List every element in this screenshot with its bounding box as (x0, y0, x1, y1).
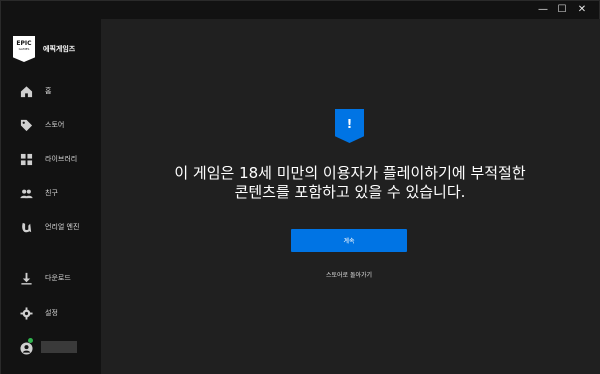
avatar (19, 341, 33, 355)
close-button[interactable]: ✕ (574, 3, 590, 17)
sidebar: EPIC GAMES 에픽게임즈 홈 스토어 라이브러리 친구 언리얼 엔진 다… (1, 19, 101, 374)
logo-subtext: GAMES (18, 47, 30, 51)
sidebar-item-label: 홈 (45, 87, 52, 95)
online-status-dot (28, 338, 33, 343)
sidebar-item-label: 친구 (45, 189, 58, 197)
sidebar-item-settings[interactable]: 설정 (1, 299, 101, 327)
sidebar-item-library[interactable]: 라이브러리 (1, 145, 101, 173)
launcher-window: — ☐ ✕ EPIC GAMES 에픽게임즈 홈 스토어 라이브러리 친구 언리… (0, 0, 600, 374)
minimize-button[interactable]: — (535, 3, 551, 17)
sidebar-item-home[interactable]: 홈 (1, 77, 101, 105)
grid-icon (19, 152, 33, 166)
download-icon (19, 271, 33, 285)
gear-icon (19, 306, 33, 320)
tag-icon (19, 118, 33, 132)
sidebar-item-label: 다운로드 (45, 274, 71, 282)
age-warning-badge-icon: ! (335, 109, 364, 143)
continue-button[interactable]: 계속 (291, 229, 407, 252)
user-name-obscured (41, 341, 77, 353)
sidebar-item-label: 언리얼 엔진 (45, 223, 80, 231)
friends-icon (19, 186, 33, 200)
main-content: ! 이 게임은 18세 미만의 이용자가 플레이하기에 부적절한 콘텐츠를 포함… (101, 19, 600, 374)
sidebar-item-store[interactable]: 스토어 (1, 111, 101, 139)
user-profile[interactable] (1, 334, 101, 362)
back-to-store-link[interactable]: 스토어로 돌아가기 (291, 270, 407, 279)
sidebar-item-label: 라이브러리 (45, 155, 78, 163)
sidebar-item-label: 스토어 (45, 121, 65, 129)
sidebar-item-friends[interactable]: 친구 (1, 179, 101, 207)
sidebar-item-label: 설정 (45, 309, 58, 317)
sidebar-item-unreal-engine[interactable]: 언리얼 엔진 (1, 213, 101, 241)
title-bar: — ☐ ✕ (1, 1, 600, 19)
unreal-icon (19, 220, 33, 234)
brand-name: 에픽게임즈 (43, 45, 76, 53)
epic-games-logo: EPIC GAMES (13, 36, 35, 62)
logo-text: EPIC (16, 40, 32, 47)
brand-row[interactable]: EPIC GAMES 에픽게임즈 (13, 36, 75, 62)
sidebar-item-downloads[interactable]: 다운로드 (1, 264, 101, 292)
age-warning-message: 이 게임은 18세 미만의 이용자가 플레이하기에 부적절한 콘텐츠를 포함하고… (174, 164, 526, 201)
maximize-button[interactable]: ☐ (554, 3, 570, 17)
home-icon (19, 84, 33, 98)
